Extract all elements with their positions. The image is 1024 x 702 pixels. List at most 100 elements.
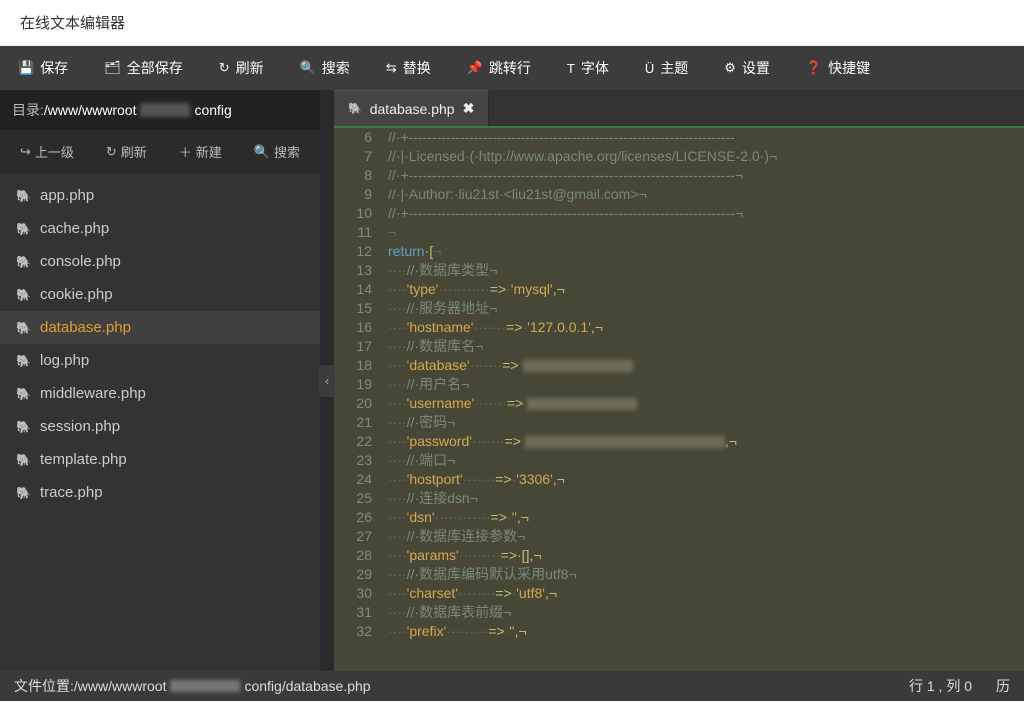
font-button[interactable]: T字体	[549, 46, 627, 90]
code-line[interactable]: ····'database'·······=>	[384, 356, 1024, 375]
line-number: 18	[334, 356, 384, 375]
goto-button[interactable]: 📌 跳转行	[449, 46, 549, 90]
code-area[interactable]: 6//·+-----------------------------------…	[334, 128, 1024, 671]
row-col-indicator: 行 1 , 列 0	[909, 676, 972, 696]
file-item[interactable]: template.php	[0, 443, 320, 476]
file-item[interactable]: database.php	[0, 311, 320, 344]
plus-icon: ＋	[179, 142, 192, 161]
code-line[interactable]: ····//·数据库编码默认采用utf8¬	[384, 565, 1024, 584]
file-item[interactable]: trace.php	[0, 476, 320, 509]
search-button[interactable]: 🔍搜索	[282, 46, 368, 90]
refresh-button[interactable]: ↻刷新	[201, 46, 282, 90]
window-title: 在线文本编辑器	[0, 0, 1024, 46]
save-all-button-icon: 🗂	[104, 60, 121, 76]
status-label: 文件位置:	[14, 676, 74, 696]
code-line[interactable]: //·|·Author:·liu21st·<liu21st@gmail.com>…	[384, 185, 1024, 204]
code-line[interactable]: ····//·数据库名¬	[384, 337, 1024, 356]
code-line[interactable]: ····'params'·········=>·[],¬	[384, 546, 1024, 565]
line-number: 14	[334, 280, 384, 299]
code-line[interactable]: ····//·服务器地址¬	[384, 299, 1024, 318]
settings-button[interactable]: ⚙设置	[706, 46, 788, 90]
file-list: app.phpcache.phpconsole.phpcookie.phpdat…	[0, 173, 320, 671]
code-line[interactable]: ····'prefix'·········=>·'',¬	[384, 622, 1024, 641]
code-line[interactable]: ····//·连接dsn¬	[384, 489, 1024, 508]
splitter[interactable]: ‹	[320, 90, 334, 671]
shortcuts-button-icon: ❓	[806, 60, 822, 76]
code-line[interactable]: //·+------------------------------------…	[384, 166, 1024, 185]
line-number: 20	[334, 394, 384, 413]
font-button-icon: T	[567, 61, 575, 76]
dir-label: 目录:	[12, 100, 44, 120]
goto-button-icon: 📌	[467, 60, 483, 76]
code-line[interactable]: ····'charset'········=>·'utf8',¬	[384, 584, 1024, 603]
goto-button-label: 跳转行	[489, 58, 531, 78]
code-line[interactable]: ····//·数据库类型¬	[384, 261, 1024, 280]
status-path-suffix: config/database.php	[244, 678, 370, 694]
tab-label: database.php	[370, 101, 455, 117]
line-number: 8	[334, 166, 384, 185]
code-line[interactable]: //·|·Licensed·(·http://www.apache.org/li…	[384, 147, 1024, 166]
save-button-icon: 💾	[18, 60, 34, 76]
new-button[interactable]: ＋新建	[173, 138, 228, 165]
save-all-button-label: 全部保存	[127, 58, 183, 78]
line-number: 27	[334, 527, 384, 546]
code-line[interactable]: ¬	[384, 223, 1024, 242]
file-item[interactable]: log.php	[0, 344, 320, 377]
refresh-label: 刷新	[121, 142, 147, 161]
code-line[interactable]: //·+------------------------------------…	[384, 128, 1024, 147]
code-line[interactable]: ····'username'·······=>	[384, 394, 1024, 413]
sidebar-tools: ↪上一级 ↻刷新 ＋新建 🔍搜索	[0, 130, 320, 173]
status-bar: 文件位置: /www/wwwroot config/database.php 行…	[0, 671, 1024, 701]
line-number: 9	[334, 185, 384, 204]
code-editor: database.php ✖ 6//·+--------------------…	[334, 90, 1024, 671]
code-line[interactable]: return·[¬	[384, 242, 1024, 261]
up-button[interactable]: ↪上一级	[14, 138, 80, 165]
line-number: 17	[334, 337, 384, 356]
theme-button[interactable]: Ü主题	[627, 46, 706, 90]
code-line[interactable]: ····//·数据库表前缀¬	[384, 603, 1024, 622]
refresh-icon: ↻	[106, 144, 117, 160]
line-number: 32	[334, 622, 384, 641]
replace-button-icon: ⇆	[386, 60, 397, 76]
history-button[interactable]: 历	[996, 676, 1010, 696]
save-button-label: 保存	[40, 58, 68, 78]
save-all-button[interactable]: 🗂 全部保存	[86, 46, 201, 90]
refresh-button-icon: ↻	[219, 60, 230, 76]
code-line[interactable]: ····'hostport'·······=>·'3306',¬	[384, 470, 1024, 489]
code-line[interactable]: ····//·用户名¬	[384, 375, 1024, 394]
line-number: 30	[334, 584, 384, 603]
replace-button[interactable]: ⇆替换	[368, 46, 449, 90]
search-sidebar-button[interactable]: 🔍搜索	[248, 138, 306, 165]
chevron-left-icon[interactable]: ‹	[319, 365, 335, 397]
shortcuts-button[interactable]: ❓快捷键	[788, 46, 888, 90]
code-line[interactable]: ····//·端口¬	[384, 451, 1024, 470]
theme-button-label: 主题	[660, 58, 688, 78]
code-line[interactable]: ····'password'·······=> ,¬	[384, 432, 1024, 451]
file-item[interactable]: app.php	[0, 179, 320, 212]
file-item[interactable]: session.php	[0, 410, 320, 443]
line-number: 26	[334, 508, 384, 527]
file-item[interactable]: middleware.php	[0, 377, 320, 410]
line-number: 21	[334, 413, 384, 432]
line-number: 19	[334, 375, 384, 394]
line-number: 31	[334, 603, 384, 622]
line-number: 24	[334, 470, 384, 489]
code-line[interactable]: //·+------------------------------------…	[384, 204, 1024, 223]
line-number: 10	[334, 204, 384, 223]
dir-path-masked	[140, 103, 190, 117]
file-item[interactable]: console.php	[0, 245, 320, 278]
code-line[interactable]: ····//·数据库连接参数¬	[384, 527, 1024, 546]
status-path-masked	[170, 680, 240, 692]
dir-path-suffix: config	[194, 102, 231, 118]
code-line[interactable]: ····'type'···········=>·'mysql',¬	[384, 280, 1024, 299]
tab-database[interactable]: database.php ✖	[334, 90, 489, 126]
refresh-sidebar-button[interactable]: ↻刷新	[100, 138, 153, 165]
close-icon[interactable]: ✖	[463, 100, 475, 117]
file-item[interactable]: cookie.php	[0, 278, 320, 311]
save-button[interactable]: 💾 保存	[0, 46, 86, 90]
code-line[interactable]: ····'dsn'············=>·'',¬	[384, 508, 1024, 527]
file-item[interactable]: cache.php	[0, 212, 320, 245]
dir-path-prefix: /www/wwwroot	[44, 102, 137, 118]
code-line[interactable]: ····//·密码¬	[384, 413, 1024, 432]
code-line[interactable]: ····'hostname'·······=>·'127.0.0.1',¬	[384, 318, 1024, 337]
